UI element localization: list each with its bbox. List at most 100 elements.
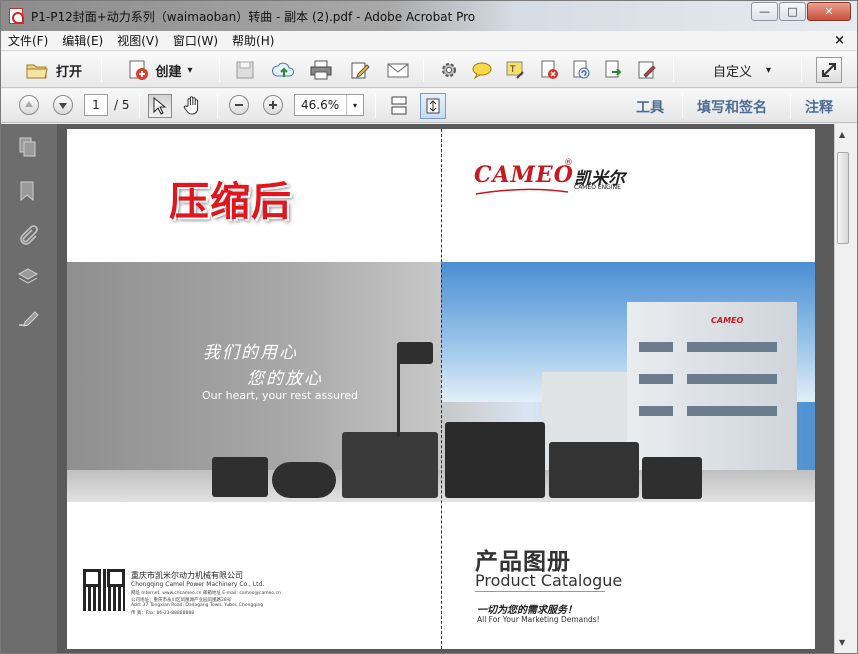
create-dropdown-icon: ▾ — [187, 64, 193, 76]
hand-icon — [183, 96, 199, 115]
scroll-down-icon[interactable]: ▼ — [839, 638, 845, 647]
open-label: 打开 — [55, 64, 82, 80]
edit-button[interactable] — [348, 59, 372, 81]
water-pump-image — [642, 457, 702, 499]
slogan-chinese-line1: 我们的用心 — [203, 343, 298, 363]
hand-tool-button[interactable] — [181, 94, 205, 118]
acrobat-pdf-icon — [9, 8, 24, 24]
export-icon — [605, 60, 622, 78]
window-row — [639, 374, 673, 384]
fit-page-button[interactable] — [420, 93, 446, 119]
slogan-chinese-line2: 您的放心 — [247, 369, 323, 389]
print-icon — [310, 60, 332, 80]
generator-image — [342, 432, 438, 498]
minimize-button[interactable]: — — [751, 2, 778, 21]
save-button[interactable] — [233, 59, 257, 81]
signatures-button[interactable] — [17, 308, 39, 330]
next-page-button[interactable] — [53, 95, 73, 115]
maximize-button[interactable]: □ — [779, 2, 806, 21]
scroll-up-icon[interactable]: ▲ — [839, 130, 845, 139]
logo-text: CAMEO — [474, 162, 574, 188]
toolbar-separator — [801, 58, 802, 82]
menu-file[interactable]: 文件(F) — [1, 32, 55, 49]
plus-icon — [263, 95, 283, 115]
service-slogan-english: All For Your Marketing Demands! — [477, 615, 600, 624]
upload-button[interactable] — [271, 59, 297, 81]
bookmarks-button[interactable] — [17, 180, 39, 202]
zoom-out-button[interactable] — [229, 95, 249, 115]
fill-and-sign-link[interactable]: 填写和签名 — [697, 97, 767, 117]
layers-button[interactable] — [17, 266, 39, 288]
folder-icon — [26, 64, 48, 79]
chevron-down-icon[interactable]: ▾ — [346, 95, 363, 115]
page-total: / 5 — [114, 98, 130, 112]
gear-icon — [442, 63, 456, 77]
print-button[interactable] — [309, 59, 333, 81]
company-contact-line: 网址 Internet: www.cncameo.cn 邮箱地址 E-mail:… — [131, 591, 281, 596]
title-bar[interactable]: P1-P12封面+动力系列（waimaoban）转曲 - 副本 (2).pdf … — [1, 1, 857, 31]
email-button[interactable] — [385, 59, 411, 81]
menu-view[interactable]: 视图(V) — [110, 32, 166, 49]
highlight-text-icon: T — [506, 61, 524, 79]
toolbar-separator — [217, 94, 218, 118]
arrow-up-icon — [19, 95, 39, 115]
create-button[interactable]: 创建 ▾ — [117, 58, 203, 82]
scroll-pages-icon — [391, 96, 407, 115]
arrow-down-icon — [53, 95, 73, 115]
page-number-input[interactable]: 1 — [84, 94, 108, 116]
toolbar-separator — [790, 94, 791, 118]
sign-icon — [638, 61, 656, 79]
cameo-logo: CAMEO ® 凯米尔 CAMEO ENGINE — [474, 158, 625, 195]
export-button[interactable] — [601, 59, 625, 81]
window-row — [687, 406, 777, 416]
open-button[interactable]: 打开 — [17, 58, 91, 82]
minus-icon — [229, 95, 249, 115]
close-document-button[interactable]: × — [834, 33, 845, 48]
customize-dropdown[interactable]: 自定义 ▾ — [701, 59, 783, 81]
service-slogan-chinese: 一切为您的需求服务！ — [477, 605, 577, 616]
zoom-in-button[interactable] — [263, 95, 283, 115]
toolbar-separator — [375, 94, 376, 118]
compression-stamp: 压缩后 — [169, 178, 292, 225]
window-row — [687, 342, 777, 352]
delete-page-button[interactable] — [537, 59, 561, 81]
signature-pen-icon — [19, 311, 39, 327]
scrolling-mode-button[interactable] — [387, 94, 411, 118]
delete-page-icon — [541, 60, 558, 79]
customize-label: 自定义 — [712, 64, 752, 80]
page-thumbnails-button[interactable] — [17, 136, 39, 158]
chevron-down-icon: ▾ — [765, 64, 772, 76]
light-tower-lamps — [397, 342, 433, 364]
comment-link[interactable]: 注释 — [805, 97, 833, 117]
document-viewport[interactable]: 压缩后 CAMEO ® 凯米尔 CAMEO ENGINE CAMEO 我们的用心… — [57, 124, 834, 653]
comment-button[interactable] — [469, 59, 495, 81]
paperclip-icon — [20, 225, 38, 245]
registered-mark: ® — [564, 158, 573, 168]
rotate-button[interactable] — [569, 59, 593, 81]
menu-help[interactable]: 帮助(H) — [225, 32, 281, 49]
factory-building: CAMEO — [627, 302, 797, 472]
catalogue-title-english: Product Catalogue — [475, 571, 623, 590]
bookmark-icon — [20, 181, 34, 202]
settings-button[interactable] — [437, 59, 461, 81]
menu-window[interactable]: 窗口(W) — [166, 32, 225, 49]
menu-edit[interactable]: 编辑(E) — [55, 32, 110, 49]
zoom-level-select[interactable]: 46.6% ▾ — [294, 94, 364, 116]
company-name-english: Chongqing Camel Power Machinery Co., Ltd… — [131, 581, 265, 588]
close-window-button[interactable]: ✕ — [807, 2, 851, 21]
highlight-button[interactable]: T — [503, 59, 527, 81]
air-compressor-image — [272, 462, 336, 498]
attachments-button[interactable] — [17, 224, 39, 246]
sign-button[interactable] — [635, 59, 659, 81]
tools-link[interactable]: 工具 — [636, 97, 664, 117]
vertical-scrollbar[interactable]: ▲ ▼ — [834, 124, 851, 653]
expand-button[interactable] — [816, 57, 842, 83]
navigation-panel — [1, 124, 57, 653]
company-fax: 传 真：Fax: 86-23-88888888 — [131, 611, 195, 616]
scrollbar-thumb[interactable] — [837, 152, 849, 244]
logo-subtitle: CAMEO ENGINE — [574, 184, 621, 191]
company-address-english: Add: 37 Tongxian Road, Dadagang Town, Yu… — [131, 603, 264, 608]
previous-page-button[interactable] — [19, 95, 39, 115]
select-tool-button[interactable] — [148, 94, 172, 118]
page-fold-line — [441, 129, 442, 649]
